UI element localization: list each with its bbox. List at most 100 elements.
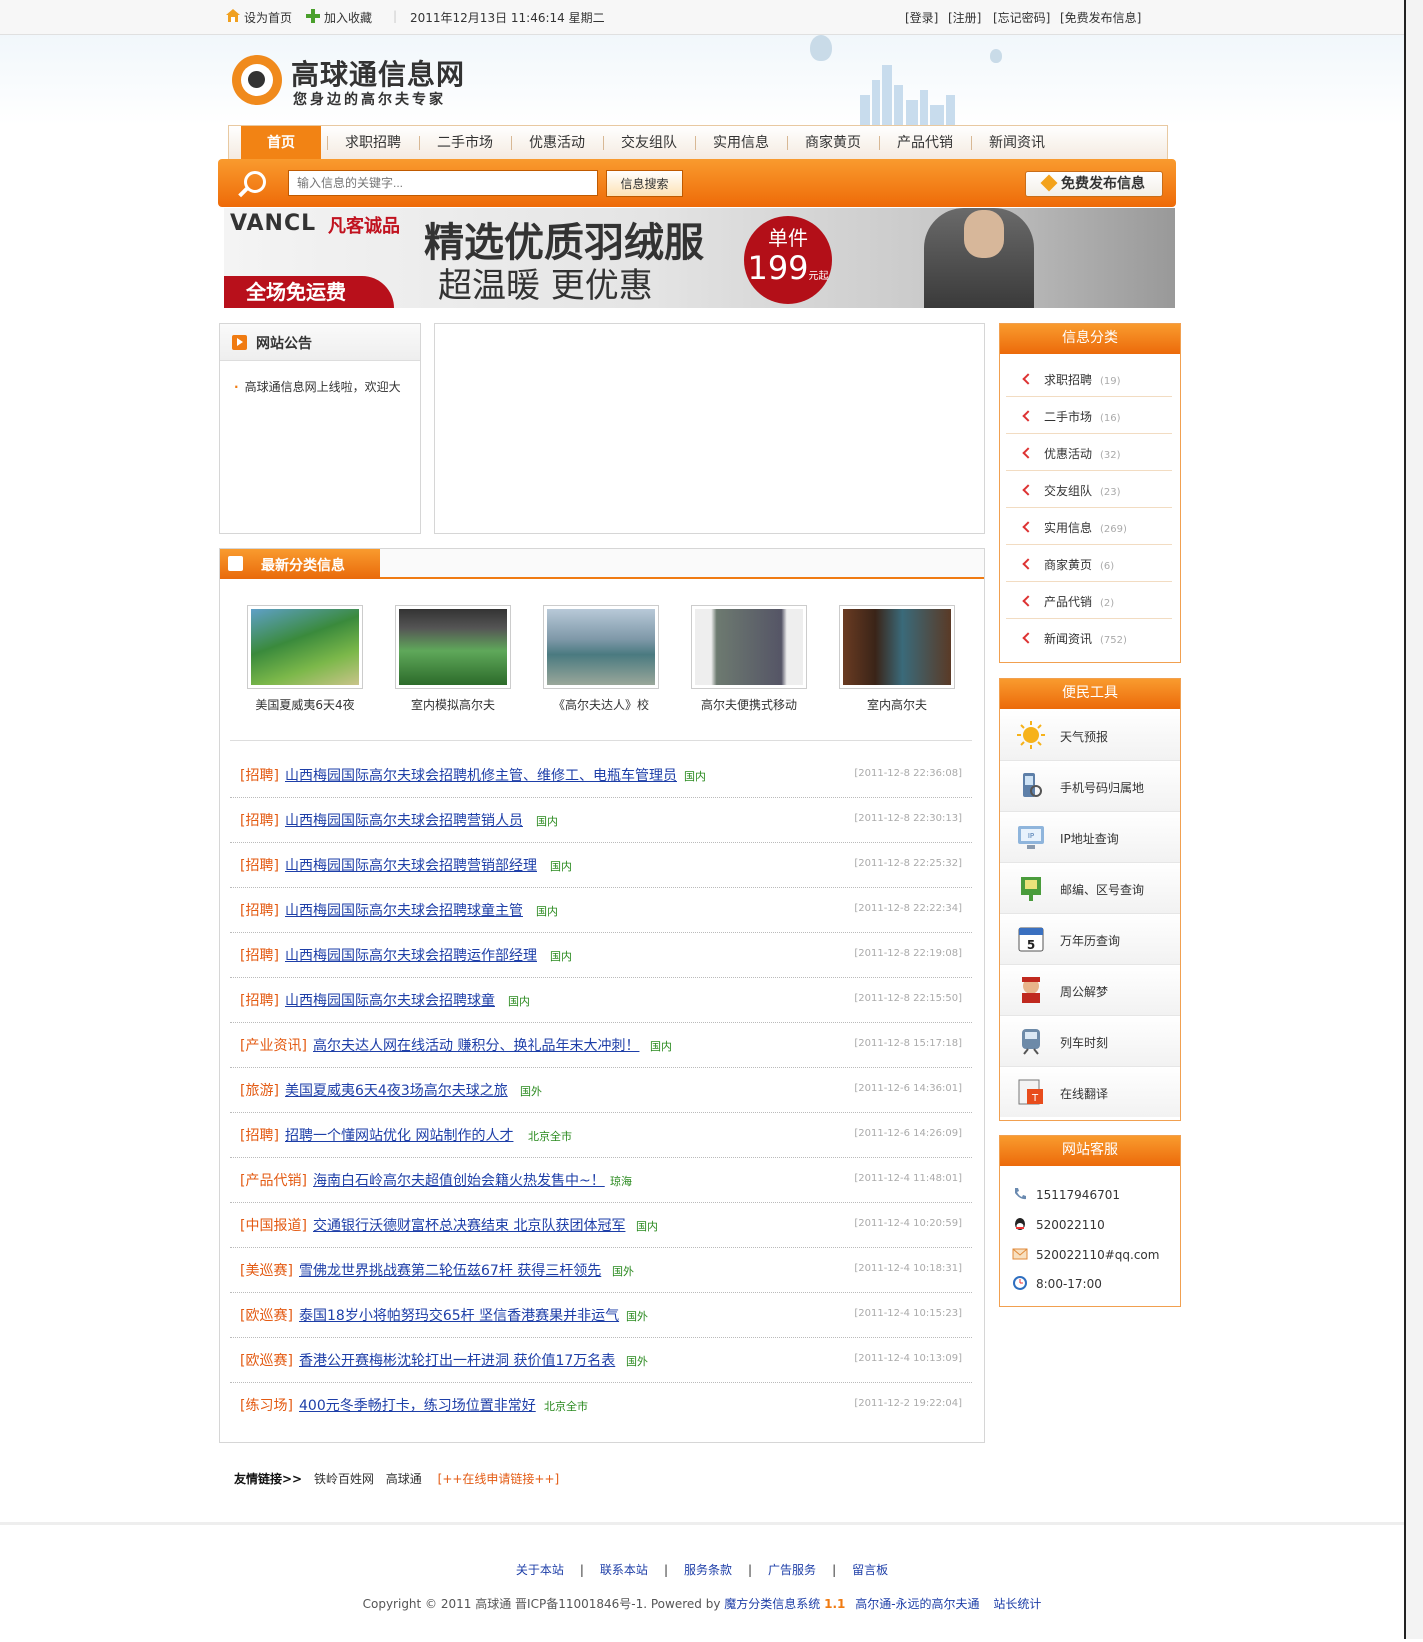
footer-link-guestbook[interactable]: 留言板 — [852, 1563, 888, 1577]
item-title[interactable]: 山西梅园国际高尔夫球会招聘球童 — [285, 990, 495, 1010]
tool-train[interactable]: 列车时刻 — [1000, 1016, 1180, 1067]
item-title[interactable]: 山西梅园国际高尔夫球会招聘营销部经理 — [285, 855, 537, 875]
thumb-campus[interactable] — [543, 605, 659, 689]
item-category[interactable]: [欧巡赛] — [240, 1305, 293, 1325]
register-link[interactable]: [注册] — [948, 9, 981, 26]
item-title[interactable]: 山西梅园国际高尔夫球会招聘运作部经理 — [285, 945, 537, 965]
item-category[interactable]: [欧巡赛] — [240, 1350, 293, 1370]
item-category[interactable]: [练习场] — [240, 1395, 293, 1415]
tagline-link[interactable]: 高尔通-永远的高尔夫通 — [855, 1597, 979, 1611]
category-label[interactable]: 优惠活动 — [1044, 447, 1092, 461]
item-title[interactable]: 雪佛龙世界挑战赛第二轮伍兹67杆 获得三杆领先 — [299, 1260, 601, 1280]
item-area: 国内 — [684, 770, 706, 783]
item-category[interactable]: [招聘] — [240, 1125, 279, 1145]
category-item[interactable]: 产品代销 (2) — [1006, 582, 1172, 619]
stats-link[interactable]: 站长统计 — [993, 1597, 1041, 1611]
thumb-caption[interactable]: 室内模拟高尔夫 — [383, 696, 523, 713]
tab-jobs[interactable]: 求职招聘 — [333, 126, 413, 160]
powered-by-link[interactable]: 魔方分类信息系统 — [724, 1597, 820, 1611]
tool-weather[interactable]: 天气预报 — [1000, 710, 1180, 761]
footer-link-ads[interactable]: 广告服务 — [768, 1563, 816, 1577]
category-label[interactable]: 产品代销 — [1044, 595, 1092, 609]
item-category[interactable]: [产品代销] — [240, 1170, 307, 1190]
item-category[interactable]: [招聘] — [240, 855, 279, 875]
thumb-caption[interactable]: 《高尔夫达人》校 — [531, 696, 671, 713]
search-button[interactable]: 信息搜索 — [606, 170, 683, 197]
item-title[interactable]: 香港公开赛梅彬沈轮打出一杆进洞 获价值17万名表 — [299, 1350, 615, 1370]
thumb-caption[interactable]: 高尔夫便携式移动 — [679, 696, 819, 713]
ad-banner[interactable]: VANCL 凡客诚品 全场免运费 精选优质羽绒服 超温暖 更优惠 单件 199元… — [224, 208, 1175, 308]
category-item[interactable]: 求职招聘 (19) — [1006, 360, 1172, 397]
thumb-hawaii[interactable] — [247, 605, 363, 689]
item-area: 国外 — [626, 1310, 648, 1323]
search-input[interactable] — [288, 170, 598, 196]
post-free-button[interactable]: 免费发布信息 — [1025, 171, 1163, 197]
tab-yellow-pages[interactable]: 商家黄页 — [793, 126, 873, 160]
tool-postcode[interactable]: 邮编、区号查询 — [1000, 863, 1180, 914]
tab-useful-info[interactable]: 实用信息 — [701, 126, 781, 160]
forgot-password-link[interactable]: [忘记密码] — [993, 9, 1050, 26]
category-item[interactable]: 实用信息 (269) — [1006, 508, 1172, 545]
friend-link[interactable]: 铁岭百姓网 — [314, 1472, 374, 1486]
item-title[interactable]: 高尔夫达人网在线活动 赚积分、换礼品年末大冲刺！ — [313, 1035, 639, 1055]
footer-link-terms[interactable]: 服务条款 — [684, 1563, 732, 1577]
footer-link-contact[interactable]: 联系本站 — [600, 1563, 648, 1577]
category-label[interactable]: 二手市场 — [1044, 410, 1092, 424]
item-category[interactable]: [招聘] — [240, 900, 279, 920]
notice-item[interactable]: 高球通信息网上线啦，欢迎大 — [234, 378, 401, 395]
thumb-indoor-golf[interactable] — [839, 605, 955, 689]
post-free-link[interactable]: [免费发布信息] — [1060, 9, 1141, 26]
site-title[interactable]: 高球通信息网 — [291, 53, 465, 93]
item-title[interactable]: 交通银行沃德财富杯总决赛结束 北京队获团体冠军 — [313, 1215, 625, 1235]
item-category[interactable]: [美巡赛] — [240, 1260, 293, 1280]
category-label[interactable]: 新闻资讯 — [1044, 632, 1092, 646]
item-title[interactable]: 山西梅园国际高尔夫球会招聘球童主管 — [285, 900, 523, 920]
footer-link-about[interactable]: 关于本站 — [516, 1563, 564, 1577]
item-title[interactable]: 400元冬季畅打卡，练习场位置非常好 — [299, 1395, 536, 1415]
item-title[interactable]: 美国夏威夷6天4夜3场高尔夫球之旅 — [285, 1080, 508, 1100]
category-item[interactable]: 商家黄页 (6) — [1006, 545, 1172, 582]
item-category[interactable]: [招聘] — [240, 945, 279, 965]
item-category[interactable]: [招聘] — [240, 765, 279, 785]
category-item[interactable]: 二手市场 (16) — [1006, 397, 1172, 434]
item-category[interactable]: [招聘] — [240, 810, 279, 830]
friend-link[interactable]: 高球通 — [386, 1472, 422, 1486]
tab-consignment[interactable]: 产品代销 — [885, 126, 965, 160]
item-title[interactable]: 泰国18岁小将帕努玛交65杆 坚信香港赛果并非运气 — [299, 1305, 619, 1325]
thumb-caption[interactable]: 室内高尔夫 — [827, 696, 967, 713]
add-favorite-link[interactable]: 加入收藏 — [324, 9, 372, 26]
item-category[interactable]: [中国报道] — [240, 1215, 307, 1235]
logo-eye-icon[interactable] — [232, 55, 282, 105]
category-label[interactable]: 实用信息 — [1044, 521, 1092, 535]
set-home-link[interactable]: 设为首页 — [244, 9, 292, 26]
item-category[interactable]: [产业资讯] — [240, 1035, 307, 1055]
tool-translate[interactable]: T 在线翻译 — [1000, 1067, 1180, 1117]
tab-team-up[interactable]: 交友组队 — [609, 126, 689, 160]
tab-news[interactable]: 新闻资讯 — [977, 126, 1057, 160]
item-title[interactable]: 山西梅园国际高尔夫球会招聘营销人员 — [285, 810, 523, 830]
category-item[interactable]: 优惠活动 (32) — [1006, 434, 1172, 471]
tab-promotions[interactable]: 优惠活动 — [517, 126, 597, 160]
category-item[interactable]: 新闻资讯 (752) — [1006, 619, 1172, 655]
category-label[interactable]: 商家黄页 — [1044, 558, 1092, 572]
category-label[interactable]: 交友组队 — [1044, 484, 1092, 498]
thumb-portable[interactable] — [691, 605, 807, 689]
tool-dream[interactable]: 周公解梦 — [1000, 965, 1180, 1016]
item-title[interactable]: 山西梅园国际高尔夫球会招聘机修主管、维修工、电瓶车管理员 — [285, 765, 677, 785]
category-item[interactable]: 交友组队 (23) — [1006, 471, 1172, 508]
item-category[interactable]: [旅游] — [240, 1080, 279, 1100]
item-title[interactable]: 海南白石岭高尔夫超值创始会籍火热发售中~！ — [313, 1170, 605, 1190]
tab-second-hand[interactable]: 二手市场 — [425, 126, 505, 160]
thumb-caption[interactable]: 美国夏威夷6天4夜 — [235, 696, 375, 713]
item-title[interactable]: 招聘一个懂网站优化 网站制作的人才 — [285, 1125, 513, 1145]
tool-phone-location[interactable]: 手机号码归属地 — [1000, 761, 1180, 812]
category-label[interactable]: 求职招聘 — [1044, 373, 1092, 387]
tool-calendar[interactable]: 5 万年历查询 — [1000, 914, 1180, 965]
tool-ip-lookup[interactable]: IP IP地址查询 — [1000, 812, 1180, 863]
arrow-icon — [228, 556, 243, 571]
tab-home[interactable]: 首页 — [241, 126, 321, 160]
login-link[interactable]: [登录] — [905, 9, 938, 26]
thumb-indoor-sim[interactable] — [395, 605, 511, 689]
apply-link-button[interactable]: [++在线申请链接++] — [438, 1472, 560, 1486]
item-category[interactable]: [招聘] — [240, 990, 279, 1010]
